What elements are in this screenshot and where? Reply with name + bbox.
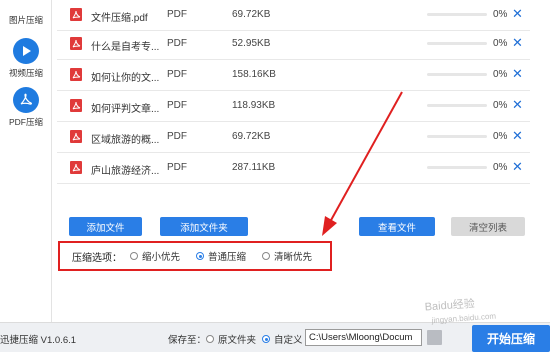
sidebar-item-label: 视频压缩 — [8, 68, 43, 78]
save-original-folder-option[interactable]: 原文件夹 — [206, 332, 256, 346]
delete-icon[interactable]: ✕ — [512, 35, 523, 51]
file-list: 文件压缩.pdf PDF 69.72KB 0% ✕ 什么是自考专... PDF … — [57, 0, 530, 208]
clear-list-button[interactable]: 清空列表 — [451, 217, 525, 236]
list-item[interactable]: 区域旅游的概... PDF 69.72KB 0% ✕ — [57, 122, 530, 153]
sidebar-item-pdf-compress[interactable]: PDF压缩 — [0, 87, 52, 128]
start-compress-button[interactable]: 开始压缩 — [472, 325, 550, 352]
file-name: 区域旅游的概... — [91, 135, 160, 146]
pdf-file-icon — [70, 99, 82, 112]
pdf-file-icon — [70, 161, 82, 174]
file-size: 69.72KB — [232, 131, 271, 142]
pdf-file-icon — [70, 68, 82, 81]
file-name: 庐山旅游经济... — [91, 166, 160, 177]
progress-percent: 0% — [493, 69, 508, 80]
delete-icon[interactable]: ✕ — [512, 66, 523, 82]
list-item[interactable]: 庐山旅游经济... PDF 287.11KB 0% ✕ — [57, 153, 530, 184]
option-smaller-first[interactable]: 缩小优先 — [130, 249, 180, 263]
option-label: 普通压缩 — [208, 252, 247, 263]
radio-selected-icon — [196, 252, 205, 260]
radio-icon — [206, 335, 214, 343]
browse-folder-button[interactable] — [427, 330, 442, 345]
progress-percent: 0% — [493, 9, 508, 20]
pdf-icon — [13, 87, 39, 113]
progress-bar — [427, 13, 487, 16]
file-size: 158.16KB — [232, 69, 276, 80]
watermark-text: Baidu经验 — [424, 297, 476, 314]
delete-icon[interactable]: ✕ — [512, 128, 523, 144]
app-version: 迅捷压缩 V1.0.6.1 — [0, 335, 77, 346]
progress-bar — [427, 73, 487, 76]
option-label: 自定义 — [274, 335, 303, 346]
progress-percent: 0% — [493, 38, 508, 49]
file-size: 118.93KB — [232, 100, 276, 111]
sidebar-item-label: PDF压缩 — [8, 117, 43, 127]
save-to-label: 保存至： — [168, 335, 207, 346]
progress-bar — [427, 42, 487, 45]
file-name: 如何评判文章... — [91, 104, 160, 115]
delete-icon[interactable]: ✕ — [512, 97, 523, 113]
sidebar: 图片压缩 视频压缩 PDF压缩 — [0, 0, 52, 322]
save-path-input[interactable]: C:\Users\Mloong\Docum — [305, 329, 422, 346]
watermark: Baidu经验 jingyan.baidu.com — [424, 294, 496, 326]
list-item[interactable]: 如何评判文章... PDF 118.93KB 0% ✕ — [57, 91, 530, 122]
option-label: 缩小优先 — [142, 252, 181, 263]
list-item[interactable]: 如何让你的文... PDF 158.16KB 0% ✕ — [57, 60, 530, 91]
file-type: PDF — [167, 9, 187, 20]
file-type: PDF — [167, 38, 187, 49]
sidebar-item-image-compress[interactable]: 图片压缩 — [0, 0, 52, 26]
list-item[interactable]: 什么是自考专... PDF 52.95KB 0% ✕ — [57, 29, 530, 60]
radio-selected-icon — [262, 335, 270, 343]
add-folder-button[interactable]: 添加文件夹 — [160, 217, 248, 236]
file-size: 69.72KB — [232, 9, 271, 20]
progress-bar — [427, 166, 487, 169]
file-size: 52.95KB — [232, 38, 271, 49]
file-type: PDF — [167, 100, 187, 111]
option-clarity-first[interactable]: 清晰优先 — [262, 249, 312, 263]
save-custom-option[interactable]: 自定义 — [262, 332, 303, 346]
file-type: PDF — [167, 162, 187, 173]
add-file-button[interactable]: 添加文件 — [69, 217, 142, 236]
footer-bar: 迅捷压缩 V1.0.6.1 保存至： 原文件夹 自定义 C:\Users\Mlo… — [0, 322, 550, 352]
delete-icon[interactable]: ✕ — [512, 6, 523, 22]
sidebar-item-video-compress[interactable]: 视频压缩 — [0, 38, 52, 79]
progress-bar — [427, 104, 487, 107]
file-type: PDF — [167, 131, 187, 142]
file-size: 287.11KB — [232, 162, 276, 173]
progress-percent: 0% — [493, 100, 508, 111]
file-type: PDF — [167, 69, 187, 80]
file-name: 文件压缩.pdf — [91, 13, 148, 24]
pdf-file-icon — [70, 130, 82, 143]
view-file-button[interactable]: 查看文件 — [359, 217, 435, 236]
play-icon — [13, 38, 39, 64]
radio-icon — [262, 252, 271, 260]
file-name: 如何让你的文... — [91, 73, 160, 84]
list-item[interactable]: 文件压缩.pdf PDF 69.72KB 0% ✕ — [57, 0, 530, 31]
pdf-file-icon — [70, 8, 82, 21]
option-label: 原文件夹 — [218, 335, 257, 346]
progress-percent: 0% — [493, 162, 508, 173]
progress-bar — [427, 135, 487, 138]
option-label: 清晰优先 — [274, 252, 313, 263]
pdf-file-icon — [70, 37, 82, 50]
option-normal[interactable]: 普通压缩 — [196, 249, 246, 263]
sidebar-item-label: 图片压缩 — [8, 15, 43, 25]
compression-options: 压缩选项： 缩小优先 普通压缩 清晰优先 — [58, 241, 332, 271]
options-label: 压缩选项： — [72, 252, 122, 264]
file-name: 什么是自考专... — [91, 42, 160, 53]
delete-icon[interactable]: ✕ — [512, 159, 523, 175]
radio-icon — [130, 252, 138, 260]
progress-percent: 0% — [493, 131, 508, 142]
